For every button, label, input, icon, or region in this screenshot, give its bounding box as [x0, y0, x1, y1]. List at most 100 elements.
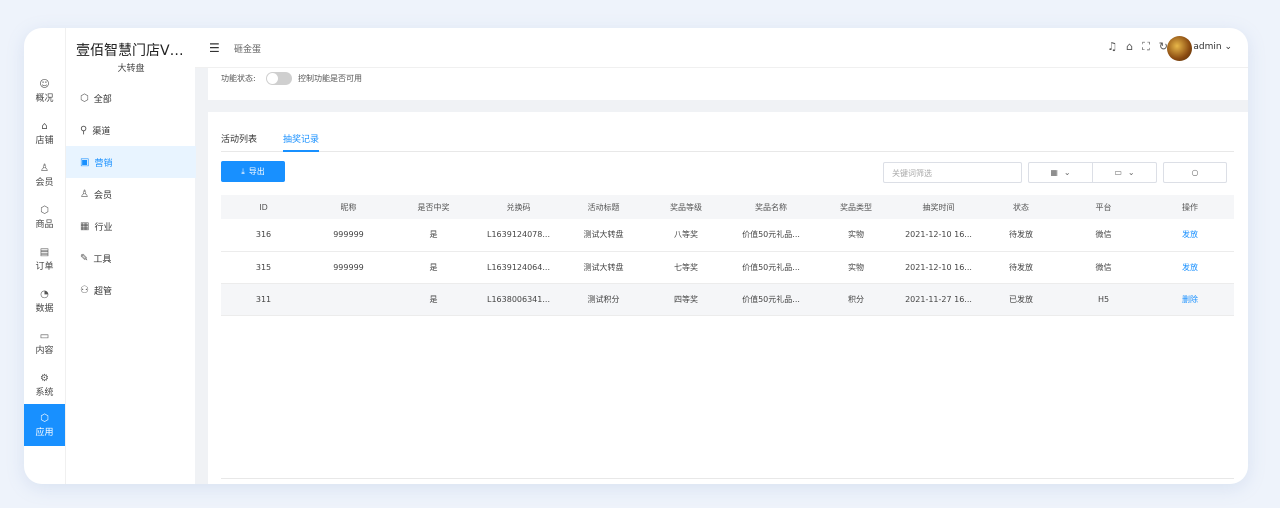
subnav-label: 会员 [93, 190, 112, 201]
cell: 已发放 [981, 283, 1061, 316]
col-platform: 平台 [1061, 195, 1146, 219]
bell-icon[interactable]: ♫ [1107, 40, 1117, 54]
export-button[interactable]: ⤓ 导出 [221, 161, 285, 182]
cell: L1639124078... [476, 219, 561, 252]
theme-icon[interactable]: ⌂ [1126, 40, 1133, 54]
subnav-member[interactable]: ♙ 会员 [66, 178, 196, 210]
cell: 价值50元礼品... [726, 219, 816, 252]
user-menu[interactable]: admin ⌄ [1193, 42, 1232, 52]
pie-chart-icon: ◔ [40, 288, 49, 300]
trend-icon: ▣ [80, 156, 90, 168]
cell: 999999 [306, 219, 391, 252]
col-level: 奖品等级 [646, 195, 726, 219]
nav-label: 会员 [35, 177, 54, 188]
col-id: ID [221, 195, 306, 219]
search-button[interactable]: ○ [1163, 162, 1227, 183]
menu-fold-icon[interactable]: ☰ [209, 41, 220, 55]
calendar-icon: ▭ [1114, 168, 1122, 177]
cell: 微信 [1061, 219, 1146, 252]
col-status: 状态 [981, 195, 1061, 219]
subnav-industry[interactable]: ▦ 行业 [66, 210, 196, 242]
tab-draw-records[interactable]: 抽奖记录 [283, 132, 320, 152]
nav-label: 订单 [35, 261, 54, 272]
cell: L1639124064... [476, 251, 561, 284]
nav-label: 店铺 [35, 135, 54, 146]
feature-toggle[interactable] [266, 72, 292, 85]
search-input[interactable]: 关键词筛选 [883, 162, 1022, 183]
cell: 315 [221, 251, 306, 284]
nav-label: 应用 [35, 427, 54, 438]
users-icon: ⚇ [80, 284, 89, 296]
col-won: 是否中奖 [391, 195, 476, 219]
cell [306, 283, 391, 316]
col-nickname: 昵称 [306, 195, 391, 219]
nav-member[interactable]: ♙ 会员 [24, 154, 65, 196]
col-type: 奖品类型 [816, 195, 896, 219]
nav-goods[interactable]: ⬡ 商品 [24, 196, 65, 238]
nav-system[interactable]: ⚙ 系统 [24, 364, 65, 406]
cube-icon: ⬡ [80, 92, 89, 104]
nav-order[interactable]: ▤ 订单 [24, 238, 65, 280]
subnav-tools[interactable]: ✎ 工具 [66, 242, 196, 274]
subnav-channel[interactable]: ⚲ 渠道 [66, 114, 196, 146]
briefcase-icon: ▦ [80, 220, 90, 232]
store-icon: ⌂ [41, 120, 48, 132]
user-icon: ♙ [40, 162, 49, 174]
dashboard-icon: ☺ [39, 78, 50, 90]
tab-bar: 活动列表 抽奖记录 [221, 132, 1234, 152]
cell: 是 [391, 251, 476, 284]
cell: 2021-12-10 16... [896, 219, 981, 252]
cell: H5 [1061, 283, 1146, 316]
download-icon: ⤓ [241, 166, 245, 176]
nav-label: 数据 [35, 303, 54, 314]
cell: 八等奖 [646, 219, 726, 252]
breadcrumb: 砸金蛋 [234, 45, 262, 55]
nav-label: 系统 [35, 387, 54, 398]
table-row: 315 999999 是 L1639124064... 测试大转盘 七等奖 价值… [221, 251, 1234, 284]
nav-store[interactable]: ⌂ 店铺 [24, 112, 65, 154]
calendar-select[interactable]: ▭ ⌄ [1092, 162, 1157, 183]
col-time: 抽奖时间 [896, 195, 981, 219]
wrench-icon: ✎ [80, 252, 89, 264]
nav-apps[interactable]: ⬡ 应用 [24, 404, 65, 446]
avatar[interactable] [1167, 36, 1192, 61]
cell: 积分 [816, 283, 896, 316]
fullscreen-icon[interactable]: ⛶ [1142, 40, 1150, 54]
cell: 测试大转盘 [561, 219, 646, 252]
cell: 999999 [306, 251, 391, 284]
nav-overview[interactable]: ☺ 概况 [24, 70, 65, 112]
app-icon: ⬡ [40, 412, 49, 424]
issue-link[interactable]: 发放 [1182, 263, 1198, 272]
cell: 价值50元礼品... [726, 251, 816, 284]
primary-sidebar: ☺ 概况 ⌂ 店铺 ♙ 会员 ⬡ 商品 ▤ 订单 ◔ 数据 ▭ 内容 ⚙ 系统 ⬡ 应用 [24, 28, 65, 484]
nav-content[interactable]: ▭ 内容 [24, 322, 65, 364]
table-header-row: ID 昵称 是否中奖 兑换码 活动标题 奖品等级 奖品名称 奖品类型 抽奖时间 … [221, 195, 1234, 219]
header-tools: ♫ ⌂ ⛶ ↻ [1107, 40, 1168, 54]
chevron-down-icon: ⌄ [1224, 42, 1232, 52]
subnav-label: 全部 [93, 94, 112, 105]
subnav-all[interactable]: ⬡ 全部 [66, 82, 196, 114]
cell: 311 [221, 283, 306, 316]
grid-select[interactable]: ▦ ⌄ [1028, 162, 1093, 183]
folder-icon: ▭ [39, 330, 50, 342]
nav-data[interactable]: ◔ 数据 [24, 280, 65, 322]
records-card: 活动列表 抽奖记录 ⤓ 导出 关键词筛选 ▦ ⌄ ▭ ⌄ ○ ID 昵称 是否中奖 兑… [208, 112, 1248, 484]
grid-icon: ▦ [1050, 168, 1058, 177]
user-name: admin [1193, 42, 1222, 52]
subnav-marketing[interactable]: ▣ 营销 [66, 146, 196, 178]
subnav-label: 行业 [94, 222, 113, 233]
cell: 实物 [816, 219, 896, 252]
subnav-label: 工具 [93, 254, 112, 265]
col-code: 兑换码 [476, 195, 561, 219]
tab-activity-list[interactable]: 活动列表 [221, 132, 257, 152]
cell: 待发放 [981, 251, 1061, 284]
cell: 七等奖 [646, 251, 726, 284]
subnav-label: 超管 [93, 286, 112, 297]
issue-link[interactable]: 发放 [1182, 230, 1198, 239]
cell: 316 [221, 219, 306, 252]
app-window: ☺ 概况 ⌂ 店铺 ♙ 会员 ⬡ 商品 ▤ 订单 ◔ 数据 ▭ 内容 ⚙ 系统 ⬡ 应用 壹佰智慧… [24, 28, 1248, 484]
delete-link[interactable]: 删除 [1182, 295, 1198, 304]
brand-subtitle: 大转盘 [117, 64, 145, 74]
subnav-admin[interactable]: ⚇ 超管 [66, 274, 196, 306]
cell: 测试积分 [561, 283, 646, 316]
